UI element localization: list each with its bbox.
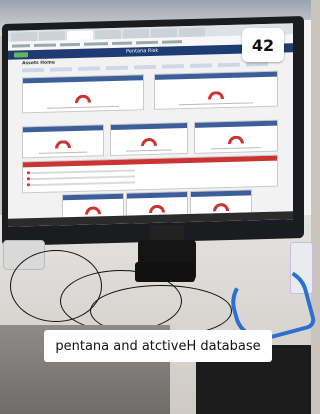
- bookmark-item[interactable]: [12, 44, 30, 48]
- cable: [10, 250, 102, 322]
- gauge-icon: [208, 91, 224, 100]
- dashboard-panel: [154, 70, 278, 110]
- gauge-icon: [228, 135, 244, 144]
- gauge-baseline: [126, 149, 172, 152]
- number-badge: 42: [242, 28, 284, 62]
- panel-header: [63, 193, 123, 201]
- panel-header: [23, 125, 103, 133]
- caption-label: pentana and atctiveH database: [44, 330, 272, 362]
- dashboard-panel: [62, 192, 124, 219]
- app-logo-icon[interactable]: [14, 52, 28, 58]
- exceptions-panel: [22, 154, 278, 194]
- bookmark-item[interactable]: [34, 43, 56, 48]
- bookmark-item[interactable]: [60, 42, 80, 47]
- panel-header: [127, 192, 187, 199]
- gauge-baseline: [47, 105, 119, 109]
- exception-row[interactable]: [27, 175, 135, 181]
- page-title: Assets Home: [22, 60, 55, 67]
- gauge-baseline: [179, 102, 253, 106]
- gauge-baseline: [39, 151, 87, 154]
- bookmark-item[interactable]: [112, 41, 132, 46]
- gauge-icon: [75, 94, 91, 103]
- gauge-icon: [149, 204, 165, 214]
- panel-header: [155, 71, 277, 80]
- panel-header: [23, 75, 143, 84]
- panel-header: [191, 190, 251, 197]
- gauge-icon: [55, 140, 71, 149]
- panel-header: [195, 120, 277, 128]
- bookmark-item[interactable]: [136, 40, 158, 45]
- bookmark-item[interactable]: [162, 40, 182, 44]
- status-dot-icon: [27, 177, 30, 181]
- dashboard-panel: [190, 189, 252, 215]
- gauge-icon: [141, 137, 157, 147]
- dashboard-panel: [22, 74, 144, 114]
- dashboard-panel: [194, 119, 278, 154]
- status-dot-icon: [27, 183, 30, 187]
- exception-row[interactable]: [27, 181, 135, 187]
- app-brand: Pentana Risk: [126, 47, 159, 55]
- dashboard-panel: [110, 122, 188, 157]
- panel-header: [111, 123, 187, 131]
- status-dot-icon: [27, 171, 30, 175]
- exception-row[interactable]: [27, 169, 135, 175]
- gauge-icon: [213, 202, 229, 212]
- dashboard-panel: [22, 124, 104, 159]
- dashboard-panel: [126, 191, 188, 217]
- bookmark-item[interactable]: [84, 42, 108, 46]
- gauge-baseline: [211, 147, 261, 150]
- gauge-icon: [85, 206, 101, 215]
- exceptions-header: [23, 155, 277, 168]
